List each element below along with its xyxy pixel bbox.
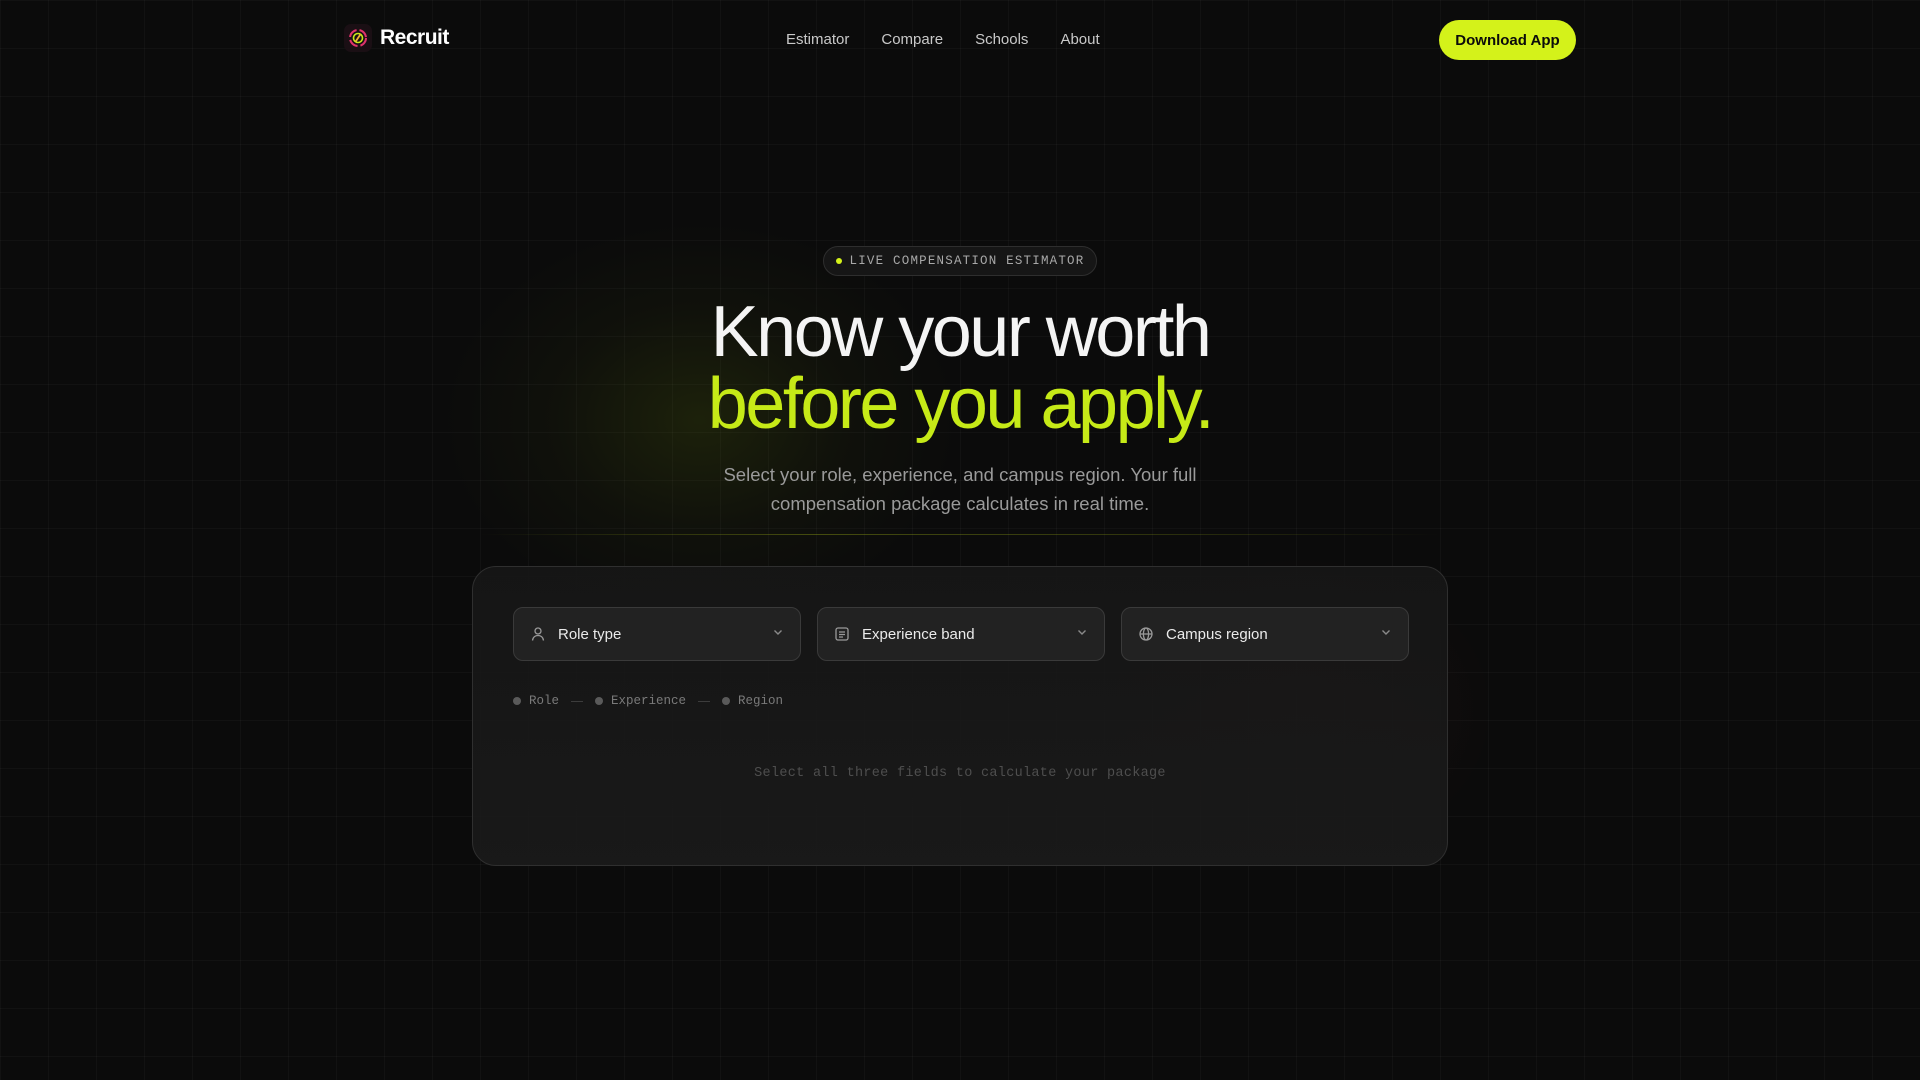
hero-divider: [480, 534, 1440, 535]
chevron-down-icon: [1076, 625, 1088, 643]
badge-label: LIVE COMPENSATION ESTIMATOR: [849, 254, 1085, 268]
campus-region-label: Campus region: [1166, 625, 1268, 643]
step-separator: [698, 700, 711, 702]
role-type-select[interactable]: Role type: [513, 607, 801, 661]
list-icon: [834, 626, 850, 642]
download-app-button[interactable]: Download App: [1439, 20, 1576, 60]
experience-band-label: Experience band: [862, 625, 975, 643]
step-dot-icon: [513, 697, 521, 705]
headline-line-2: before you apply.: [707, 364, 1215, 444]
user-icon: [530, 626, 546, 642]
progress-steps: Role Experience Region: [513, 694, 783, 708]
step-region: Region: [722, 694, 783, 708]
step-label: Role: [529, 694, 560, 708]
hero-headline: Know your worth before you apply.: [0, 296, 1920, 440]
step-separator: [571, 700, 584, 702]
step-dot-icon: [722, 697, 731, 705]
live-dot-icon: [835, 258, 842, 264]
live-badge: LIVE COMPENSATION ESTIMATOR: [823, 246, 1097, 276]
nav-link-about[interactable]: About: [1060, 31, 1099, 48]
chevron-down-icon: [1380, 625, 1392, 643]
estimator-card: Role type Experience band Campus region …: [472, 566, 1448, 866]
top-nav: Recruit Estimator Compare Schools About …: [0, 0, 1920, 80]
brand-name: Recruit: [380, 26, 449, 49]
estimator-selects: Role type Experience band Campus region: [513, 607, 1409, 661]
chevron-down-icon: [772, 625, 784, 643]
step-label: Region: [738, 694, 784, 708]
nav-links: Estimator Compare Schools About: [786, 31, 1100, 48]
step-dot-icon: [595, 697, 604, 705]
step-experience: Experience: [595, 694, 686, 708]
globe-icon: [1138, 626, 1154, 642]
experience-band-select[interactable]: Experience band: [817, 607, 1105, 661]
nav-link-compare[interactable]: Compare: [881, 31, 943, 48]
step-label: Experience: [611, 694, 687, 708]
headline-line-1: Know your worth: [710, 292, 1212, 372]
campus-region-select[interactable]: Campus region: [1121, 607, 1409, 661]
brand-logo-icon: [344, 24, 372, 52]
nav-link-schools[interactable]: Schools: [975, 31, 1028, 48]
empty-state-hint: Select all three fields to calculate you…: [754, 766, 1166, 781]
role-type-label: Role type: [558, 625, 622, 643]
hero-subtitle: Select your role, experience, and campus…: [723, 464, 1197, 514]
step-role: Role: [513, 694, 559, 708]
brand[interactable]: Recruit: [344, 24, 449, 52]
nav-link-estimator[interactable]: Estimator: [786, 31, 849, 48]
